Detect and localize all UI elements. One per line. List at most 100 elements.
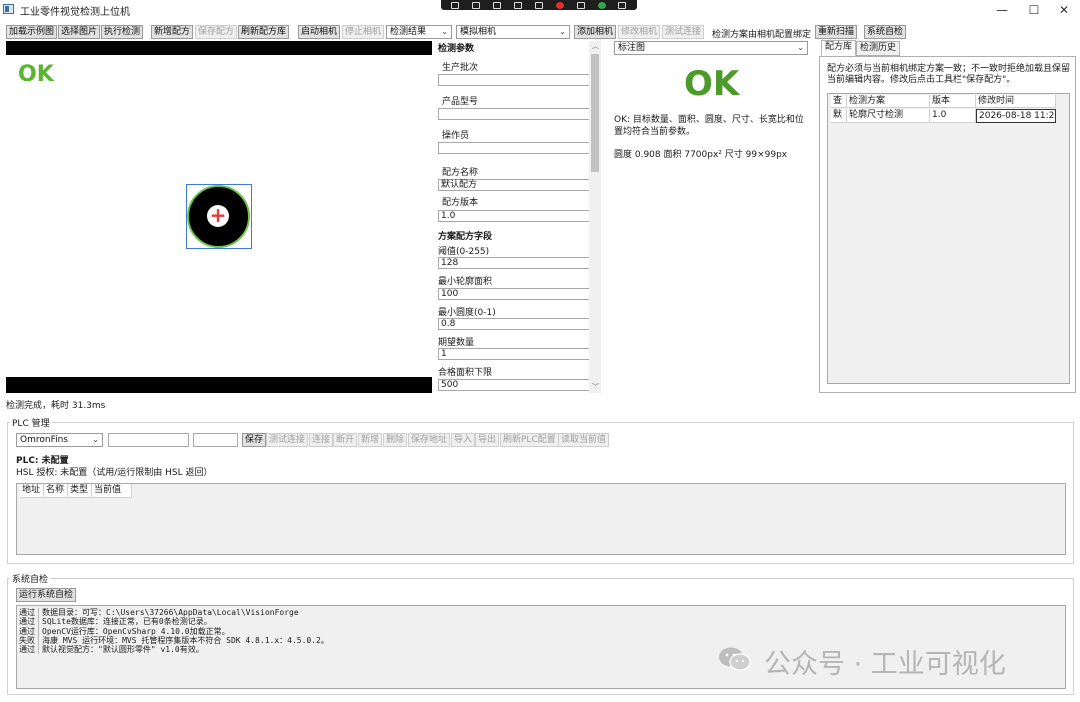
- result-metrics: 圆度 0.908 面积 7700px² 尺寸 99×99px: [614, 150, 788, 160]
- grid-header-cell[interactable]: 当前值: [92, 484, 132, 498]
- expected-count-input[interactable]: 1: [438, 348, 590, 360]
- rescan-button[interactable]: 重新扫描: [815, 25, 858, 39]
- table-row-cell[interactable]: 轮廓尺寸检测: [847, 109, 930, 123]
- page-icon[interactable]: [514, 1, 523, 9]
- self-check-button[interactable]: 系统自检: [864, 25, 907, 39]
- log-text: 海康 MVS 运行环境：MVS 托管程序集版本不符合 SDK 4.8.1.x：4…: [42, 635, 329, 645]
- table-row-cell[interactable]: 2026-08-18 11:28: [976, 109, 1056, 123]
- recipe-version-label: 配方版本: [442, 198, 479, 208]
- minimize-button[interactable]: —: [984, 0, 1020, 20]
- params-scrollbar-thumb[interactable]: [591, 54, 599, 172]
- recipe-fields-header: 方案配方字段: [438, 232, 493, 242]
- grid-header-cell[interactable]: 名称: [44, 484, 68, 498]
- list-item: 通过 SQLite数据库：连接正常，已有0条检测记录。: [19, 617, 1063, 627]
- region-icon[interactable]: [493, 1, 502, 9]
- tab-history[interactable]: 检测历史: [856, 41, 901, 56]
- result-description: OK: 目标数量、面积、圆度、尺寸、长宽比和位置均符合当前参数。: [614, 115, 804, 137]
- threshold-input[interactable]: 128: [438, 257, 590, 269]
- plc-import-button[interactable]: 导入: [451, 433, 476, 447]
- add-camera-button[interactable]: 添加相机: [574, 25, 617, 39]
- camera-combo[interactable]: 模拟相机 ⌄: [456, 25, 570, 39]
- start-camera-button[interactable]: 启动相机: [298, 25, 341, 39]
- grid-header-cell[interactable]: 类型: [68, 484, 92, 498]
- plc-address-grid[interactable]: 地址 名称 类型 当前值: [16, 483, 1066, 555]
- model-input[interactable]: [438, 108, 590, 120]
- plc-port-input[interactable]: [193, 433, 238, 447]
- table-row-cell[interactable]: 默: [831, 109, 847, 123]
- load-sample-button[interactable]: 加载示例图: [6, 25, 58, 39]
- result-ok-label: OK: [684, 64, 740, 104]
- area-lower-label: 合格面积下限: [438, 368, 493, 378]
- plc-host-input[interactable]: [108, 433, 189, 447]
- grid-header-cell[interactable]: 修改时间: [976, 95, 1056, 108]
- run-detect-button[interactable]: 执行检测: [101, 25, 144, 39]
- min-circularity-label: 最小圆度(0-1): [438, 308, 496, 318]
- run-selfcheck-button[interactable]: 运行系统自检: [16, 588, 77, 602]
- log-status: 通过: [19, 626, 39, 636]
- refresh-recipes-button[interactable]: 刷新配方库: [238, 25, 290, 39]
- detect-result-combo-value: 检测结果: [390, 27, 427, 37]
- plc-add-button[interactable]: 新增: [358, 433, 383, 447]
- test-connect-button[interactable]: 测试连接: [662, 25, 705, 39]
- grid-header-cell[interactable]: 查: [831, 95, 847, 108]
- plc-save-address-button[interactable]: 保存地址: [408, 433, 451, 447]
- recipe-lib-note: 配方必须与当前相机绑定方案一致；不一致时拒绝加载且保留当前编辑内容。修改后点击工…: [827, 64, 1071, 85]
- result-view-combo[interactable]: 标注图 ⌄: [614, 41, 808, 55]
- pin-icon[interactable]: [534, 1, 543, 9]
- confirm-icon[interactable]: [597, 1, 606, 9]
- collapse-icon[interactable]: [618, 1, 627, 9]
- recipe-grid[interactable]: 查 检测方案 版本 修改时间 默 轮廓尺寸检测 1.0 2026-08-18 1…: [827, 93, 1070, 384]
- window-icon[interactable]: [472, 1, 481, 9]
- selfcheck-group-title: 系统自检: [10, 572, 51, 585]
- log-status: 失败: [19, 635, 39, 646]
- min-area-input[interactable]: 100: [438, 288, 590, 300]
- expected-count-label: 期望数量: [438, 338, 475, 348]
- grid-header-cell[interactable]: 版本: [930, 95, 976, 108]
- close-button[interactable]: ✕: [1046, 0, 1080, 20]
- min-circularity-input[interactable]: 0.8: [438, 318, 590, 330]
- recipe-name-input[interactable]: 默认配方: [438, 179, 590, 191]
- modify-camera-button[interactable]: 修改相机: [618, 25, 661, 39]
- log-status: 通过: [19, 617, 39, 627]
- area-lower-input[interactable]: 500: [438, 379, 590, 391]
- scroll-down-icon[interactable]: ﹀: [592, 382, 599, 392]
- model-label: 产品型号: [442, 97, 479, 107]
- image-letterbox-top: [6, 41, 432, 55]
- capture-icon[interactable]: [451, 1, 460, 9]
- plc-refresh-config-button[interactable]: 刷新PLC配置: [500, 433, 559, 447]
- grid-header-cell[interactable]: 地址: [20, 484, 44, 498]
- tab-recipe-lib[interactable]: 配方库: [821, 40, 857, 56]
- select-image-button[interactable]: 选择图片: [58, 25, 101, 39]
- plc-read-current-button[interactable]: 读取当前值: [558, 433, 610, 447]
- plc-protocol-combo[interactable]: OmronFins ⌄: [16, 433, 103, 447]
- plc-delete-button[interactable]: 删除: [383, 433, 408, 447]
- log-text: SQLite数据库：连接正常，已有0条检测记录。: [42, 617, 212, 627]
- chevron-down-icon: ⌄: [797, 43, 804, 52]
- plc-test-connect-button[interactable]: 测试连接: [266, 433, 309, 447]
- operator-label: 操作员: [442, 131, 470, 141]
- screen-recorder-toolbar[interactable]: [441, 0, 637, 10]
- recipe-version-input[interactable]: 1.0: [438, 210, 590, 222]
- detection-bounding-box: [186, 184, 252, 249]
- min-area-label: 最小轮廓面积: [438, 277, 493, 287]
- record-icon[interactable]: [555, 1, 564, 9]
- status-message: 检测完成，耗时 31.3ms: [6, 401, 106, 411]
- stop-camera-button[interactable]: 停止相机: [342, 25, 385, 39]
- app-icon: [3, 4, 14, 14]
- log-status: 通过: [19, 608, 39, 618]
- scroll-up-icon[interactable]: ︿: [592, 41, 599, 51]
- plc-group-title: PLC 管理: [10, 416, 52, 429]
- plc-export-button[interactable]: 导出: [475, 433, 500, 447]
- plc-save-button[interactable]: 保存: [242, 433, 267, 447]
- operator-input[interactable]: [438, 142, 590, 154]
- save-recipe-button[interactable]: 保存配方: [195, 25, 238, 39]
- batch-input[interactable]: [438, 74, 590, 86]
- plc-disconnect-button[interactable]: 断开: [333, 433, 358, 447]
- detect-result-combo[interactable]: 检测结果 ⌄: [386, 25, 452, 39]
- new-recipe-button[interactable]: 新增配方: [151, 25, 194, 39]
- timer-icon[interactable]: [576, 1, 585, 9]
- table-row-cell[interactable]: 1.0: [930, 109, 976, 123]
- chevron-down-icon: ⌄: [441, 27, 448, 36]
- grid-header-cell[interactable]: 检测方案: [847, 95, 930, 108]
- plc-connect-button[interactable]: 连接: [309, 433, 334, 447]
